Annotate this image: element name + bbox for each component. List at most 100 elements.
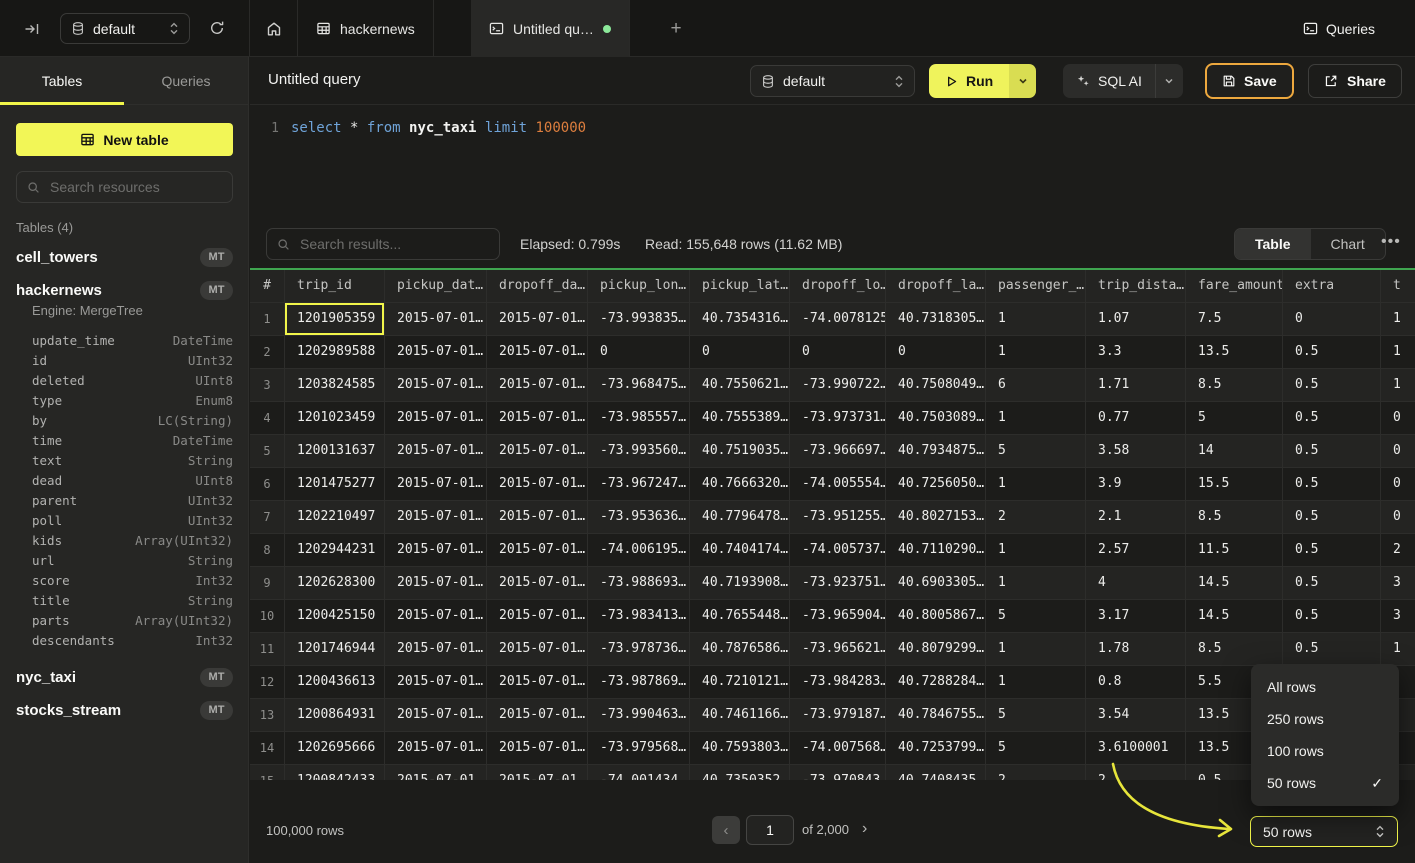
column-header[interactable]: pickup_lon… — [588, 270, 690, 303]
table-cell[interactable]: -73.990722… — [790, 369, 886, 402]
table-cell[interactable]: 40.7503089… — [886, 402, 986, 435]
table-cell[interactable]: -73.985557… — [588, 402, 690, 435]
table-cell[interactable]: 0.5 — [1283, 468, 1381, 501]
menu-item-50-rows[interactable]: 50 rows✓ — [1251, 767, 1399, 799]
new-table-button[interactable]: New table — [16, 123, 233, 156]
sidebar-tab-tables[interactable]: Tables — [0, 57, 124, 104]
row-number[interactable]: 8 — [250, 534, 285, 567]
table-cell[interactable]: -73.953636… — [588, 501, 690, 534]
table-cell[interactable]: 1202989588 — [285, 336, 385, 369]
table-cell[interactable]: 2015-07-01… — [385, 435, 487, 468]
sidebar-tab-queries[interactable]: Queries — [124, 57, 248, 104]
table-cell[interactable]: 40.7846755… — [886, 699, 986, 732]
table-cell[interactable]: 2015-07-01… — [487, 534, 588, 567]
table-cell[interactable]: 14.5 — [1186, 600, 1283, 633]
table-cell[interactable]: -73.984283… — [790, 666, 886, 699]
table-cell[interactable]: 40.7408435… — [886, 765, 986, 780]
view-toggle-chart[interactable]: Chart — [1311, 229, 1385, 259]
collapse-sidebar-icon[interactable] — [24, 21, 40, 37]
table-cell[interactable]: -73.979187… — [790, 699, 886, 732]
table-cell[interactable]: -73.993560… — [588, 435, 690, 468]
sidebar-item-hackernews[interactable]: hackernews MT — [0, 278, 249, 302]
table-cell[interactable]: 0.5 — [1283, 435, 1381, 468]
table-cell[interactable]: 2015-07-01… — [385, 765, 487, 780]
table-cell[interactable]: 2015-07-01… — [385, 336, 487, 369]
table-cell[interactable]: 2015-07-01… — [385, 666, 487, 699]
column-header[interactable]: pickup_dat… — [385, 270, 487, 303]
row-number[interactable]: 5 — [250, 435, 285, 468]
table-cell[interactable]: 8.5 — [1186, 501, 1283, 534]
table-cell[interactable]: 40.7318305… — [886, 303, 986, 336]
table-cell[interactable]: 1202210497 — [285, 501, 385, 534]
table-cell[interactable]: 2015-07-01… — [385, 402, 487, 435]
table-cell[interactable]: 2015-07-01… — [385, 633, 487, 666]
table-cell[interactable]: 2015-07-01… — [487, 336, 588, 369]
table-cell[interactable]: 2015-07-01… — [385, 567, 487, 600]
table-cell[interactable]: -73.965621… — [790, 633, 886, 666]
table-cell[interactable]: 40.7256050… — [886, 468, 986, 501]
sql-ai-options-button[interactable] — [1156, 64, 1183, 98]
table-cell[interactable]: 40.7555389… — [690, 402, 790, 435]
table-cell[interactable]: 1.71 — [1086, 369, 1186, 402]
table-cell[interactable]: 3.9 — [1086, 468, 1186, 501]
table-cell[interactable]: -73.973731… — [790, 402, 886, 435]
menu-item-all-rows[interactable]: All rows — [1251, 671, 1399, 703]
row-number[interactable]: 13 — [250, 699, 285, 732]
query-database-selector[interactable]: default — [750, 65, 915, 97]
table-cell[interactable]: 0 — [1381, 435, 1415, 468]
table-cell[interactable]: 40.7461166… — [690, 699, 790, 732]
table-cell[interactable]: 0 — [790, 336, 886, 369]
column-header[interactable]: trip_id — [285, 270, 385, 303]
table-cell[interactable]: 40.7354316… — [690, 303, 790, 336]
table-cell[interactable]: 1 — [1381, 336, 1415, 369]
table-cell[interactable]: 2015-07-01… — [487, 567, 588, 600]
row-number[interactable]: 7 — [250, 501, 285, 534]
queries-button[interactable]: Queries — [1303, 0, 1375, 57]
table-cell[interactable]: 1 — [1381, 633, 1415, 666]
tab-home[interactable] — [249, 0, 298, 57]
table-cell[interactable]: 2015-07-01… — [487, 435, 588, 468]
table-cell[interactable]: 1201475277 — [285, 468, 385, 501]
column-header[interactable]: pickup_lat… — [690, 270, 790, 303]
table-cell[interactable]: 3.6100001 — [1086, 732, 1186, 765]
table-cell[interactable]: 2 — [986, 765, 1086, 780]
table-cell[interactable]: 2015-07-01… — [487, 303, 588, 336]
table-cell[interactable]: -73.979568… — [588, 732, 690, 765]
column-header[interactable]: t — [1381, 270, 1415, 303]
table-cell[interactable]: 1.07 — [1086, 303, 1186, 336]
column-header[interactable]: dropoff_da… — [487, 270, 588, 303]
row-number[interactable]: 14 — [250, 732, 285, 765]
row-number[interactable]: 6 — [250, 468, 285, 501]
table-cell[interactable]: 2015-07-01… — [487, 369, 588, 402]
table-cell[interactable]: -73.988693… — [588, 567, 690, 600]
table-cell[interactable]: 2015-07-01… — [385, 468, 487, 501]
table-cell[interactable]: -74.005554… — [790, 468, 886, 501]
refresh-icon[interactable] — [209, 20, 225, 36]
table-cell[interactable]: 11.5 — [1186, 534, 1283, 567]
column-header[interactable]: dropoff_lo… — [790, 270, 886, 303]
table-cell[interactable]: 0.5 — [1283, 402, 1381, 435]
menu-item-250-rows[interactable]: 250 rows — [1251, 703, 1399, 735]
table-cell[interactable]: 0.77 — [1086, 402, 1186, 435]
table-cell[interactable]: 2015-07-01… — [487, 402, 588, 435]
table-cell[interactable]: 40.7550621… — [690, 369, 790, 402]
table-cell[interactable]: 40.7934875… — [886, 435, 986, 468]
table-cell[interactable]: 40.7519035… — [690, 435, 790, 468]
table-cell[interactable]: 7.5 — [1186, 303, 1283, 336]
table-cell[interactable]: 3.54 — [1086, 699, 1186, 732]
table-cell[interactable]: 5 — [986, 699, 1086, 732]
table-cell[interactable]: 13.5 — [1186, 336, 1283, 369]
table-cell[interactable]: 1 — [986, 666, 1086, 699]
table-cell[interactable]: 1.78 — [1086, 633, 1186, 666]
table-cell[interactable]: 2015-07-01… — [487, 732, 588, 765]
table-cell[interactable]: -73.990463… — [588, 699, 690, 732]
table-cell[interactable]: -73.923751… — [790, 567, 886, 600]
new-tab-button[interactable]: + — [657, 0, 695, 57]
page-size-select[interactable]: 50 rows — [1250, 816, 1398, 847]
table-cell[interactable]: 40.7253799… — [886, 732, 986, 765]
results-search[interactable] — [266, 228, 500, 260]
table-cell[interactable]: 1 — [986, 633, 1086, 666]
table-cell[interactable]: 2 — [986, 501, 1086, 534]
column-header[interactable]: trip_dista… — [1086, 270, 1186, 303]
table-cell[interactable]: 2015-07-01… — [487, 633, 588, 666]
